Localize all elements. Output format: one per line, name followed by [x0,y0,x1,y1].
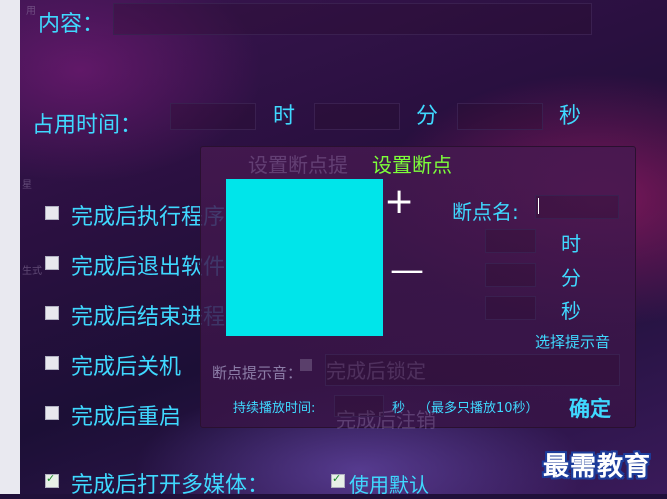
dialog-second-input[interactable] [485,296,536,320]
second-unit-label: 秒 [559,104,582,129]
dialog-second-unit: 秒 [561,299,581,323]
edge-fragment: 星 [22,180,32,191]
sound-path-input[interactable] [325,354,620,386]
preview-area [226,179,383,336]
use-default-checkbox[interactable] [331,472,345,488]
ghost-dialog-title: 设置断点提 [248,153,348,177]
edge-fragment: 生式 [22,266,42,277]
option-open-media-checkbox[interactable] [45,472,59,488]
minute-unit-label: 分 [416,104,439,129]
second-input[interactable] [457,103,543,130]
dialog-title: 设置断点 [372,153,452,177]
content-label: 内容： [38,12,105,37]
option-open-media-label: 完成后打开多媒体： [71,473,270,498]
confirm-button[interactable]: 确定 [569,393,611,423]
hour-unit-label: 时 [273,104,296,129]
breakpoint-name-input[interactable] [535,195,619,219]
option-restart-checkbox[interactable] [45,406,59,420]
add-button[interactable]: + [384,182,414,222]
hour-input[interactable] [170,103,256,130]
text-caret [538,198,539,214]
breakpoint-name-label: 断点名: [452,200,519,224]
option-exit-app-checkbox[interactable] [45,256,59,270]
time-label: 占用时间： [32,113,143,138]
duration-note: （最多只播放10秒） [418,401,539,416]
duration-label: 持续播放时间: [233,401,316,416]
option-shutdown-checkbox[interactable] [45,356,59,370]
window-left-edge [0,0,20,494]
duration-input[interactable] [334,395,384,417]
option-shutdown-label: 完成后关机 [71,355,182,380]
duration-unit: 秒 [392,401,406,416]
watermark-logo: 最需教育 [543,452,652,482]
content-input[interactable] [113,3,592,35]
choose-sound-button[interactable]: 选择提示音 [535,331,610,352]
minute-input[interactable] [314,103,400,130]
option-restart-label: 完成后重启 [71,405,182,430]
dialog-hour-unit: 时 [561,232,581,256]
option-run-program-checkbox[interactable] [45,206,59,220]
sound-label: 断点提示音： [212,364,303,382]
option-end-process-checkbox[interactable] [45,306,59,320]
dialog-minute-unit: 分 [561,266,581,290]
edge-fragment: 用 [26,6,36,17]
dialog-hour-input[interactable] [485,229,536,253]
dialog-minute-input[interactable] [485,263,536,287]
remove-button[interactable]: — [390,250,424,290]
